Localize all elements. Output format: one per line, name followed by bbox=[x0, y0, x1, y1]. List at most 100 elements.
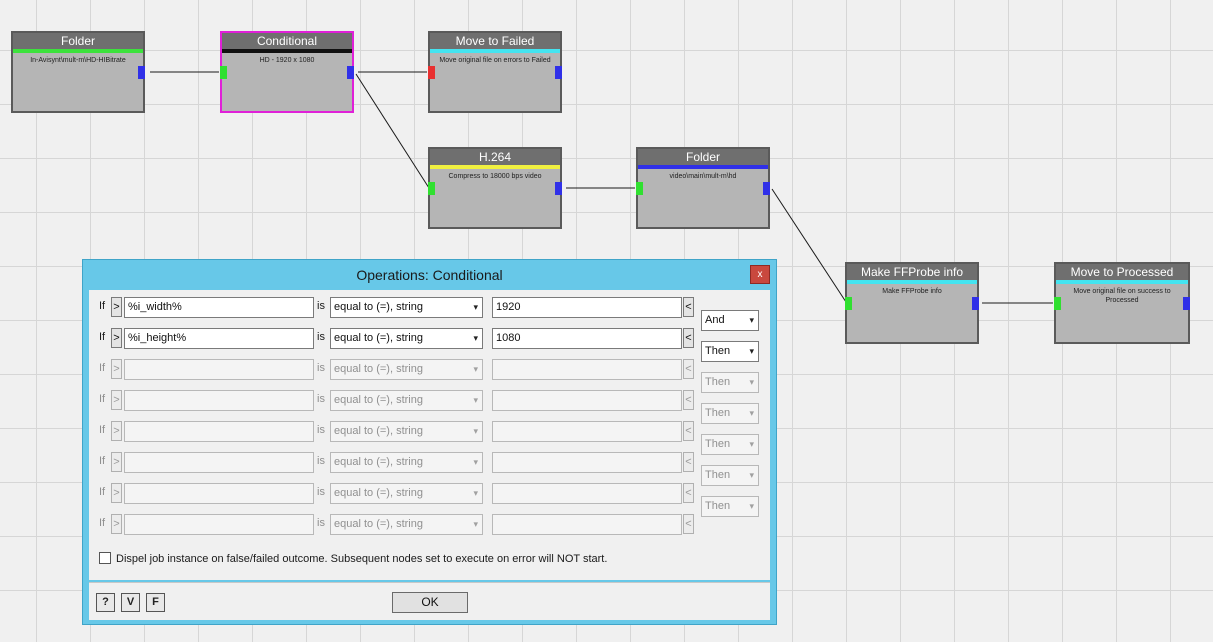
node-h264[interactable]: H.264 Compress to 18000 bps video bbox=[428, 147, 562, 229]
output-port[interactable] bbox=[555, 182, 562, 195]
operator-select: equal to (=), string ▾ bbox=[330, 359, 483, 380]
dispel-checkbox[interactable] bbox=[99, 552, 111, 564]
chevron-down-icon: ▾ bbox=[749, 470, 754, 480]
chevron-down-icon: ▾ bbox=[473, 333, 478, 343]
node-move-to-processed[interactable]: Move to Processed Move original file on … bbox=[1054, 262, 1190, 344]
node-folder-output[interactable]: Folder video\main\mult-m\hd bbox=[636, 147, 770, 229]
chain-select[interactable]: And ▾ bbox=[701, 310, 759, 331]
v-button[interactable]: V bbox=[121, 593, 140, 612]
expand-right-button: < bbox=[683, 514, 694, 534]
output-port[interactable] bbox=[1183, 297, 1190, 310]
node-description: Make FFProbe info bbox=[882, 288, 942, 295]
expand-right-button: < bbox=[683, 359, 694, 379]
left-operand-input bbox=[124, 483, 314, 504]
operator-select[interactable]: equal to (=), string ▾ bbox=[330, 297, 483, 318]
input-port[interactable] bbox=[636, 182, 643, 195]
output-port[interactable] bbox=[138, 66, 145, 79]
chevron-down-icon: ▾ bbox=[749, 439, 754, 449]
node-move-to-failed[interactable]: Move to Failed Move original file on err… bbox=[428, 31, 562, 113]
dialog-body: If > %i_width% is equal to (=), string ▾ … bbox=[89, 290, 770, 580]
dispel-label: Dispel job instance on false/failed outc… bbox=[116, 553, 608, 565]
condition-row: If > %i_height% is equal to (=), string ▾… bbox=[89, 327, 770, 349]
close-button[interactable]: x bbox=[750, 265, 770, 284]
left-operand-input bbox=[124, 390, 314, 411]
right-operand-input bbox=[492, 514, 682, 535]
expand-right-button[interactable]: < bbox=[683, 297, 694, 317]
ok-button[interactable]: OK bbox=[392, 592, 468, 613]
chain-value: And bbox=[705, 314, 725, 326]
is-label: is bbox=[317, 517, 325, 529]
condition-row: If > is equal to (=), string ▾ < bbox=[89, 389, 770, 411]
operator-select: equal to (=), string ▾ bbox=[330, 421, 483, 442]
input-port[interactable] bbox=[1054, 297, 1061, 310]
operator-value: equal to (=), string bbox=[334, 394, 423, 406]
right-operand-input bbox=[492, 390, 682, 411]
input-port[interactable] bbox=[220, 66, 227, 79]
operator-select: equal to (=), string ▾ bbox=[330, 514, 483, 535]
condition-row: If > %i_width% is equal to (=), string ▾ … bbox=[89, 296, 770, 318]
node-description: video\main\mult-m\hd bbox=[669, 173, 737, 180]
chevron-down-icon: ▾ bbox=[749, 501, 754, 511]
input-port[interactable] bbox=[845, 297, 852, 310]
left-operand-input bbox=[124, 452, 314, 473]
expand-left-button: > bbox=[111, 390, 122, 410]
condition-row: If > is equal to (=), string ▾ < bbox=[89, 420, 770, 442]
chevron-down-icon: ▾ bbox=[473, 457, 478, 467]
operator-value: equal to (=), string bbox=[334, 425, 423, 437]
condition-row: If > is equal to (=), string ▾ < bbox=[89, 513, 770, 535]
if-label: If bbox=[99, 517, 106, 529]
node-conditional[interactable]: Conditional HD - 1920 x 1080 bbox=[220, 31, 354, 113]
chevron-down-icon: ▾ bbox=[473, 426, 478, 436]
node-ffprobe[interactable]: Make FFProbe info Make FFProbe info bbox=[845, 262, 979, 344]
node-title: Folder bbox=[638, 149, 768, 165]
chain-select: Then ▾ bbox=[701, 465, 759, 486]
if-label: If bbox=[99, 424, 106, 436]
left-operand-input bbox=[124, 514, 314, 535]
operator-select: equal to (=), string ▾ bbox=[330, 390, 483, 411]
error-input-port[interactable] bbox=[428, 66, 435, 79]
output-port[interactable] bbox=[347, 66, 354, 79]
expand-left-button: > bbox=[111, 452, 122, 472]
node-title: Folder bbox=[13, 33, 143, 49]
right-operand-input[interactable]: 1080 bbox=[492, 328, 682, 349]
output-port[interactable] bbox=[763, 182, 770, 195]
node-title: Move to Failed bbox=[430, 33, 560, 49]
expand-right-button: < bbox=[683, 421, 694, 441]
node-title: Conditional bbox=[222, 33, 352, 49]
dispel-option: Dispel job instance on false/failed outc… bbox=[99, 552, 607, 565]
if-label: If bbox=[99, 393, 106, 405]
chain-select: Then ▾ bbox=[701, 496, 759, 517]
chain-value: Then bbox=[705, 345, 731, 357]
f-button[interactable]: F bbox=[146, 593, 165, 612]
right-operand-input bbox=[492, 452, 682, 473]
output-port[interactable] bbox=[972, 297, 979, 310]
is-label: is bbox=[317, 362, 325, 374]
input-port[interactable] bbox=[428, 182, 435, 195]
node-description: In-Avisynt\mult-m\HD-HIBitrate bbox=[30, 57, 126, 64]
is-label: is bbox=[317, 331, 325, 343]
output-port[interactable] bbox=[555, 66, 562, 79]
operator-value: equal to (=), string bbox=[334, 332, 423, 344]
chevron-down-icon: ▾ bbox=[749, 346, 754, 356]
left-operand-input[interactable]: %i_height% bbox=[124, 328, 314, 349]
operator-select[interactable]: equal to (=), string ▾ bbox=[330, 328, 483, 349]
expand-left-button: > bbox=[111, 421, 122, 441]
right-operand-input bbox=[492, 359, 682, 380]
chain-select: Then ▾ bbox=[701, 434, 759, 455]
chevron-down-icon: ▾ bbox=[749, 377, 754, 387]
left-operand-input[interactable]: %i_width% bbox=[124, 297, 314, 318]
expand-left-button[interactable]: > bbox=[111, 328, 122, 348]
if-label: If bbox=[99, 331, 106, 343]
node-folder-source[interactable]: Folder In-Avisynt\mult-m\HD-HIBitrate bbox=[11, 31, 145, 113]
expand-right-button[interactable]: < bbox=[683, 328, 694, 348]
expand-left-button: > bbox=[111, 359, 122, 379]
right-operand-input[interactable]: 1920 bbox=[492, 297, 682, 318]
chain-select: Then ▾ bbox=[701, 403, 759, 424]
if-label: If bbox=[99, 362, 106, 374]
chain-select[interactable]: Then ▾ bbox=[701, 341, 759, 362]
help-button[interactable]: ? bbox=[96, 593, 115, 612]
chain-select: Then ▾ bbox=[701, 372, 759, 393]
chain-value: Then bbox=[705, 376, 731, 388]
expand-left-button: > bbox=[111, 514, 122, 534]
expand-left-button[interactable]: > bbox=[111, 297, 122, 317]
